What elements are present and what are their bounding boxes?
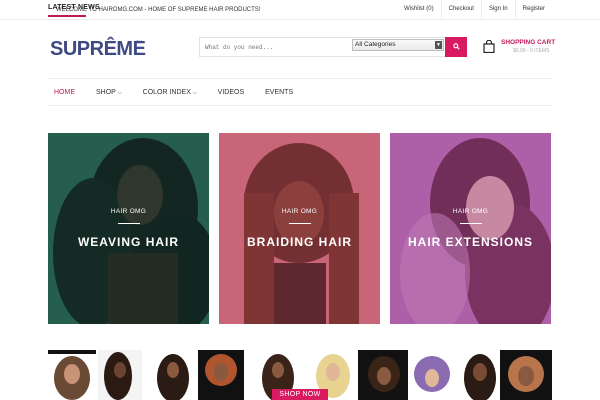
chevron-down-icon: ⌵: [117, 89, 122, 96]
cart-title[interactable]: SHOPPING CART: [501, 39, 555, 46]
search-icon: [452, 43, 460, 50]
nav-item-label: EVENTS: [265, 88, 294, 96]
banner-photo: [390, 133, 551, 324]
nav-item-color-index[interactable]: COLOR INDEX ⌵: [137, 89, 197, 96]
chevron-down-icon: ⌵: [192, 89, 197, 96]
sign-in-link[interactable]: Sign In: [482, 0, 516, 19]
nav-item-events[interactable]: EVENTS: [259, 89, 293, 96]
shop-now-button[interactable]: SHOP NOW: [272, 389, 328, 400]
nav-item-label: COLOR INDEX: [142, 88, 191, 96]
banner-photo: [48, 133, 209, 324]
category-select-value: All Categories: [355, 41, 396, 48]
banner-divider: [118, 223, 140, 224]
logo-trademark: TM: [136, 39, 142, 44]
nav-item-shop[interactable]: SHOP ⌵: [90, 89, 122, 96]
banner-label: HAIR OMG: [281, 208, 318, 215]
chevron-down-icon: ▼: [435, 41, 442, 49]
banner-divider: [289, 223, 311, 224]
shopping-bag-icon[interactable]: [483, 40, 495, 53]
search-button[interactable]: [445, 37, 467, 57]
account-links: Wishlist (0) Checkout Sign In Register: [397, 0, 552, 19]
news-underline: [48, 15, 86, 17]
page: WELCOME TO HAIROMG.COM - HOME OF SUPREME…: [0, 0, 600, 400]
search-bar: All Categories ▼: [199, 37, 467, 57]
banner-label: HAIR OMG: [452, 208, 489, 215]
news-label: LATEST NEWS: [48, 4, 100, 11]
nav-item-label: VIDEOS: [217, 88, 245, 96]
register-link[interactable]: Register: [516, 0, 552, 19]
banner-photo: [219, 133, 380, 324]
wishlist-link[interactable]: Wishlist (0): [397, 0, 442, 19]
banner-hair-extensions[interactable]: HAIR OMG HAIR EXTENSIONS: [390, 133, 551, 324]
checkout-link[interactable]: Checkout: [442, 0, 482, 19]
banner-title: HAIR EXTENSIONS: [407, 235, 533, 249]
nav-item-videos[interactable]: VIDEOS: [212, 89, 244, 96]
banner-weaving-hair[interactable]: HAIR OMG WEAVING HAIR: [48, 133, 209, 324]
nav-item-label: SHOP: [96, 88, 116, 96]
top-bar: WELCOME TO HAIROMG.COM - HOME OF SUPREME…: [0, 0, 600, 20]
main-nav: HOME SHOP ⌵ COLOR INDEX ⌵ VIDEOS EVENTS: [48, 78, 552, 106]
banner-title: WEAVING HAIR: [77, 235, 180, 249]
banner-label: HAIR OMG: [110, 208, 147, 215]
banner-braiding-hair[interactable]: HAIR OMG BRAIDING HAIR: [219, 133, 380, 324]
category-select[interactable]: All Categories ▼: [352, 39, 444, 51]
cart-summary: $0.00 - 0 ITEMS: [513, 48, 550, 54]
banner-title: BRAIDING HAIR: [247, 235, 352, 249]
search-input[interactable]: [200, 38, 351, 56]
banner-divider: [460, 223, 482, 224]
site-logo[interactable]: SUPRÊME: [50, 38, 146, 61]
nav-item-label: HOME: [54, 88, 75, 96]
nav-item-home[interactable]: HOME: [48, 89, 75, 96]
